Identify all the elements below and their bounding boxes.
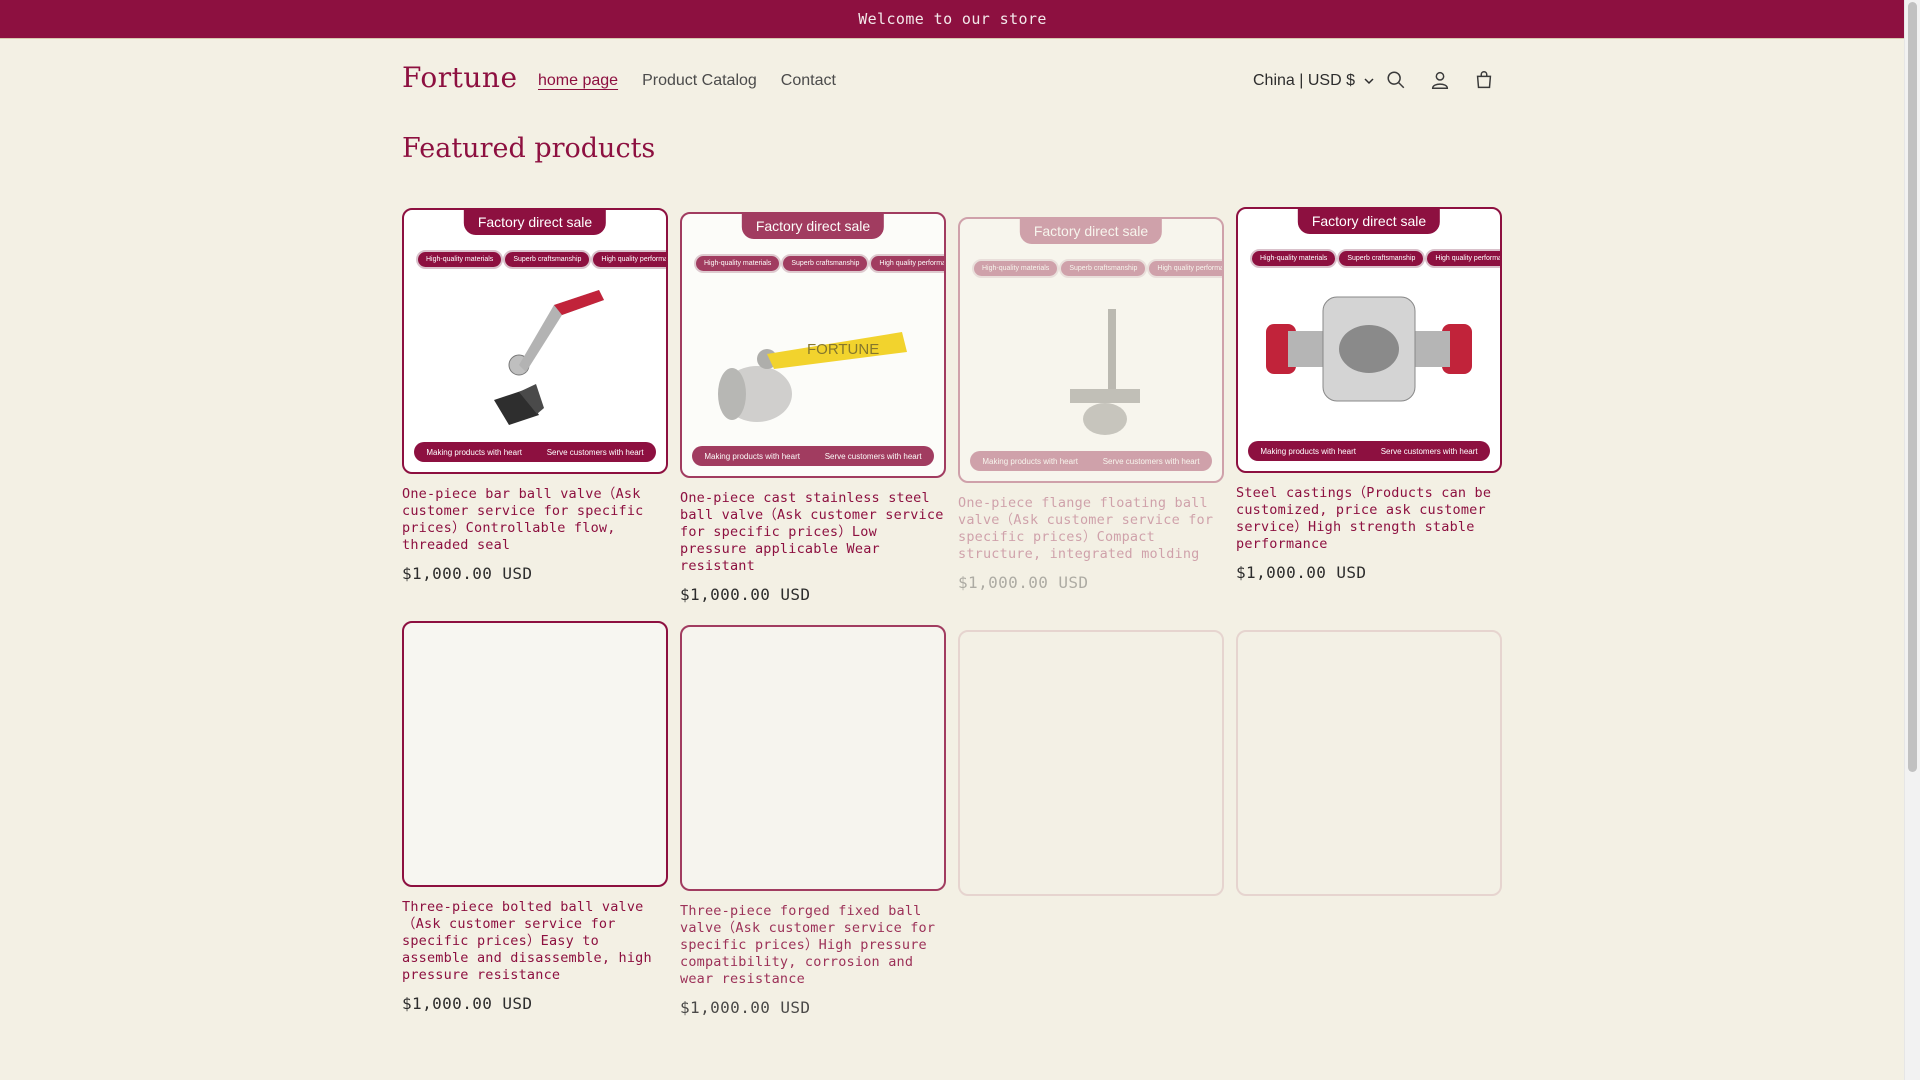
search-button[interactable] <box>1380 64 1412 96</box>
promo-footer-text: Serve customers with heart <box>824 451 922 461</box>
promo-footer-text: Making products with heart <box>1260 446 1356 456</box>
product-title[interactable]: One-piece bar ball valve（Ask customer se… <box>402 486 668 554</box>
product-card[interactable]: Factory direct sale High-quality materia… <box>402 208 668 583</box>
promo-footer-text: Serve customers with heart <box>1102 456 1200 466</box>
product-price: $1,000.00 USD <box>402 994 533 1013</box>
product-image[interactable] <box>402 621 668 887</box>
promo-graphic: Factory direct sale High-quality materia… <box>1238 209 1500 471</box>
brand-text: FORTUNE <box>807 341 879 358</box>
promo-tag: High-quality materials <box>1250 249 1338 268</box>
promo-footer-text: Serve customers with heart <box>1380 446 1478 456</box>
account-button[interactable] <box>1424 64 1456 96</box>
promo-footer-text: Making products with heart <box>982 456 1078 466</box>
promo-tag: High-quality materials <box>694 254 782 273</box>
nav-product-catalog[interactable]: Product Catalog <box>642 72 757 90</box>
nav-contact[interactable]: Contact <box>781 72 836 90</box>
announcement-text: Welcome to our store <box>858 10 1047 28</box>
locale-selector[interactable]: China | USD $ <box>1253 72 1375 90</box>
promo-graphic: Factory direct sale High-quality materia… <box>960 219 1222 481</box>
product-card[interactable] <box>1236 630 1502 908</box>
promo-tag: High quality performance <box>591 250 666 269</box>
promo-banner: Factory direct sale <box>741 214 885 239</box>
promo-tags: High-quality materials Superb craftsmans… <box>972 259 1222 278</box>
product-price: $1,000.00 USD <box>680 998 811 1017</box>
promo-tag: High quality performance <box>1425 249 1500 268</box>
product-title[interactable]: Three-piece bolted ball valve（Ask custom… <box>402 899 668 984</box>
product-image[interactable]: Factory direct sale High-quality materia… <box>680 212 946 478</box>
product-card[interactable]: Three-piece forged fixed ball valve（Ask … <box>680 625 946 1017</box>
nav-home[interactable]: home page <box>538 72 618 90</box>
promo-tag: Superb craftsmanship <box>1059 259 1148 278</box>
promo-graphic: Factory direct sale High-quality materia… <box>404 210 666 472</box>
product-image[interactable] <box>958 630 1224 896</box>
product-card[interactable]: Factory direct sale High-quality materia… <box>958 217 1224 592</box>
product-title[interactable]: Steel castings（Products can be customize… <box>1236 485 1502 553</box>
promo-footer-text: Making products with heart <box>704 451 800 461</box>
promo-tag: High-quality materials <box>416 250 504 269</box>
product-title[interactable]: One-piece flange floating ball valve（Ask… <box>958 495 1224 563</box>
chevron-down-icon <box>1364 78 1374 85</box>
promo-footer: Making products with heart Serve custome… <box>692 446 934 466</box>
promo-tag: High-quality materials <box>972 259 1060 278</box>
promo-tag: High quality performance <box>869 254 944 273</box>
promo-tag: High quality performance <box>1147 259 1222 278</box>
promo-footer-text: Serve customers with heart <box>546 447 644 457</box>
promo-footer: Making products with heart Serve custome… <box>970 451 1212 471</box>
promo-tags: High-quality materials Superb craftsmans… <box>416 250 666 269</box>
product-card[interactable] <box>958 630 1224 908</box>
cart-button[interactable] <box>1468 64 1500 96</box>
page-scrollbar[interactable] <box>1904 0 1920 1080</box>
product-image[interactable]: Factory direct sale High-quality materia… <box>1236 207 1502 473</box>
cart-icon <box>1476 71 1492 89</box>
product-image[interactable] <box>680 625 946 891</box>
page: Welcome to our store Fortune home page P… <box>0 0 1905 1080</box>
product-title[interactable]: Three-piece forged fixed ball valve（Ask … <box>680 903 946 988</box>
scrollbar-thumb[interactable] <box>1908 2 1917 772</box>
product-image[interactable]: Factory direct sale High-quality materia… <box>958 217 1224 483</box>
product-card[interactable]: Three-piece bolted ball valve（Ask custom… <box>402 621 668 1013</box>
promo-graphic: Factory direct sale High-quality materia… <box>682 214 944 476</box>
product-image[interactable] <box>1236 630 1502 896</box>
main-nav: home page Product Catalog Contact <box>538 72 860 90</box>
section-title: Featured products <box>402 133 656 164</box>
cast-ball-valve-illustration: FORTUNE <box>718 332 907 422</box>
product-card[interactable]: Factory direct sale High-quality materia… <box>1236 207 1502 582</box>
promo-tag: Superb craftsmanship <box>1337 249 1426 268</box>
account-icon <box>1431 71 1449 89</box>
product-title[interactable]: One-piece cast stainless steel ball valv… <box>680 490 946 575</box>
promo-banner: Factory direct sale <box>463 210 607 235</box>
steel-casting-illustration <box>1266 296 1472 402</box>
product-price: $1,000.00 USD <box>402 564 533 583</box>
promo-banner: Factory direct sale <box>1019 219 1163 244</box>
promo-footer: Making products with heart Serve custome… <box>414 442 656 462</box>
search-icon <box>1387 71 1405 89</box>
product-image[interactable]: Factory direct sale High-quality materia… <box>402 208 668 474</box>
product-price: $1,000.00 USD <box>1236 563 1367 582</box>
ball-valve-bar-illustration <box>494 290 604 425</box>
site-header: Fortune home page Product Catalog Contac… <box>0 39 1905 125</box>
promo-tags: High-quality materials Superb craftsmans… <box>1250 249 1500 268</box>
product-price: $1,000.00 USD <box>958 573 1089 592</box>
promo-footer: Making products with heart Serve custome… <box>1248 441 1490 461</box>
site-logo[interactable]: Fortune <box>402 61 518 94</box>
promo-footer-text: Making products with heart <box>426 447 522 457</box>
flange-ball-valve-illustration <box>1070 309 1140 435</box>
locale-label: China | USD $ <box>1253 72 1355 89</box>
product-price: $1,000.00 USD <box>680 585 811 604</box>
promo-tag: Superb craftsmanship <box>503 250 592 269</box>
announcement-bar: Welcome to our store <box>0 0 1905 39</box>
promo-tags: High-quality materials Superb craftsmans… <box>694 254 944 273</box>
promo-tag: Superb craftsmanship <box>781 254 870 273</box>
product-card[interactable]: Factory direct sale High-quality materia… <box>680 212 946 604</box>
promo-banner: Factory direct sale <box>1297 209 1441 234</box>
